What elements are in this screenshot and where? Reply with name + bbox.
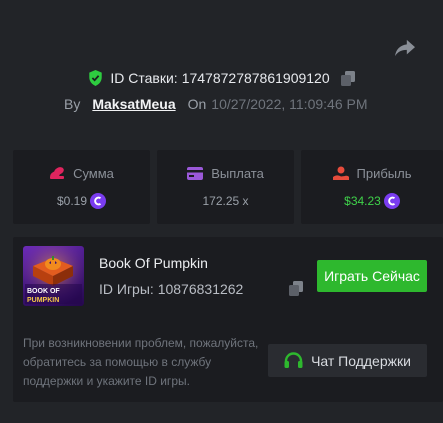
stat-payout-header: Выплата [187,164,264,182]
game-id-label: ID Игры: [99,281,154,297]
game-panel: BOOK OF PUMPKIN Book Of Pumpkin ID Игры:… [13,237,443,402]
pumpkin-book-image: BOOK OF PUMPKIN [23,246,84,306]
stat-payout-label: Выплата [211,165,264,181]
shield-check-icon [89,70,103,86]
crypto-coin-icon [383,193,400,209]
thumb-text-line2: PUMPKIN [27,297,59,304]
game-thumbnail[interactable]: BOOK OF PUMPKIN [23,246,84,306]
game-id-value: 10876831262 [157,281,244,297]
bet-id-row: ID Ставки: 1747872787861909120 [0,67,443,89]
copy-icon[interactable] [289,281,303,296]
bet-details-modal: ID Ставки: 1747872787861909120 By Maksat… [0,0,443,423]
by-row: By MaksatMeua On 10/27/2022, 11:09:46 PM [64,93,368,115]
coins-icon [50,167,65,179]
stat-profit-label: Прибыль [356,165,412,181]
support-chat-button[interactable]: Чат Поддержки [268,344,427,377]
headset-icon [284,352,303,368]
on-label: On [187,96,207,112]
stat-payout-value: 172.25 x [202,194,249,208]
stat-amount: Сумма $0.19 [13,150,150,224]
username-link[interactable]: MaksatMeua [92,96,175,112]
stat-profit-header: Прибыль [332,164,412,182]
stat-amount-value: $0.19 [56,194,88,208]
stat-profit-value: $34.23 [344,194,381,208]
help-text: При возникновении проблем, пожалуйста, о… [23,336,259,388]
stat-payout: Выплата 172.25 x [157,150,294,224]
crypto-coin-icon [90,193,107,209]
share-icon[interactable] [394,38,416,58]
thumb-text-line1: BOOK OF [27,288,60,295]
by-label: By [64,96,81,112]
support-button-label: Чат Поддержки [311,352,411,369]
play-now-button[interactable]: Играть Сейчас [317,260,427,292]
wallet-card-icon [187,166,204,180]
stat-payout-value-row: 172.25 x [202,192,248,210]
bet-id-label: ID Ставки: [110,70,178,86]
stat-amount-header: Сумма [49,164,114,182]
game-id: ID Игры: 10876831262 [99,281,243,297]
hand-profit-icon [332,166,349,180]
stat-amount-value-row: $0.19 [56,192,107,210]
stats-row: Сумма $0.19 Выплата 172.25 x Прибыль $34… [13,150,443,224]
bet-datetime: 10/27/2022, 11:09:46 PM [211,96,368,112]
stat-profit-value-row: $34.23 [344,192,400,210]
stat-amount-label: Сумма [73,165,114,181]
stat-profit: Прибыль $34.23 [301,150,443,224]
game-title: Book Of Pumpkin [99,255,208,271]
copy-icon[interactable] [340,70,355,86]
bet-id-value: 1747872787861909120 [181,70,330,86]
